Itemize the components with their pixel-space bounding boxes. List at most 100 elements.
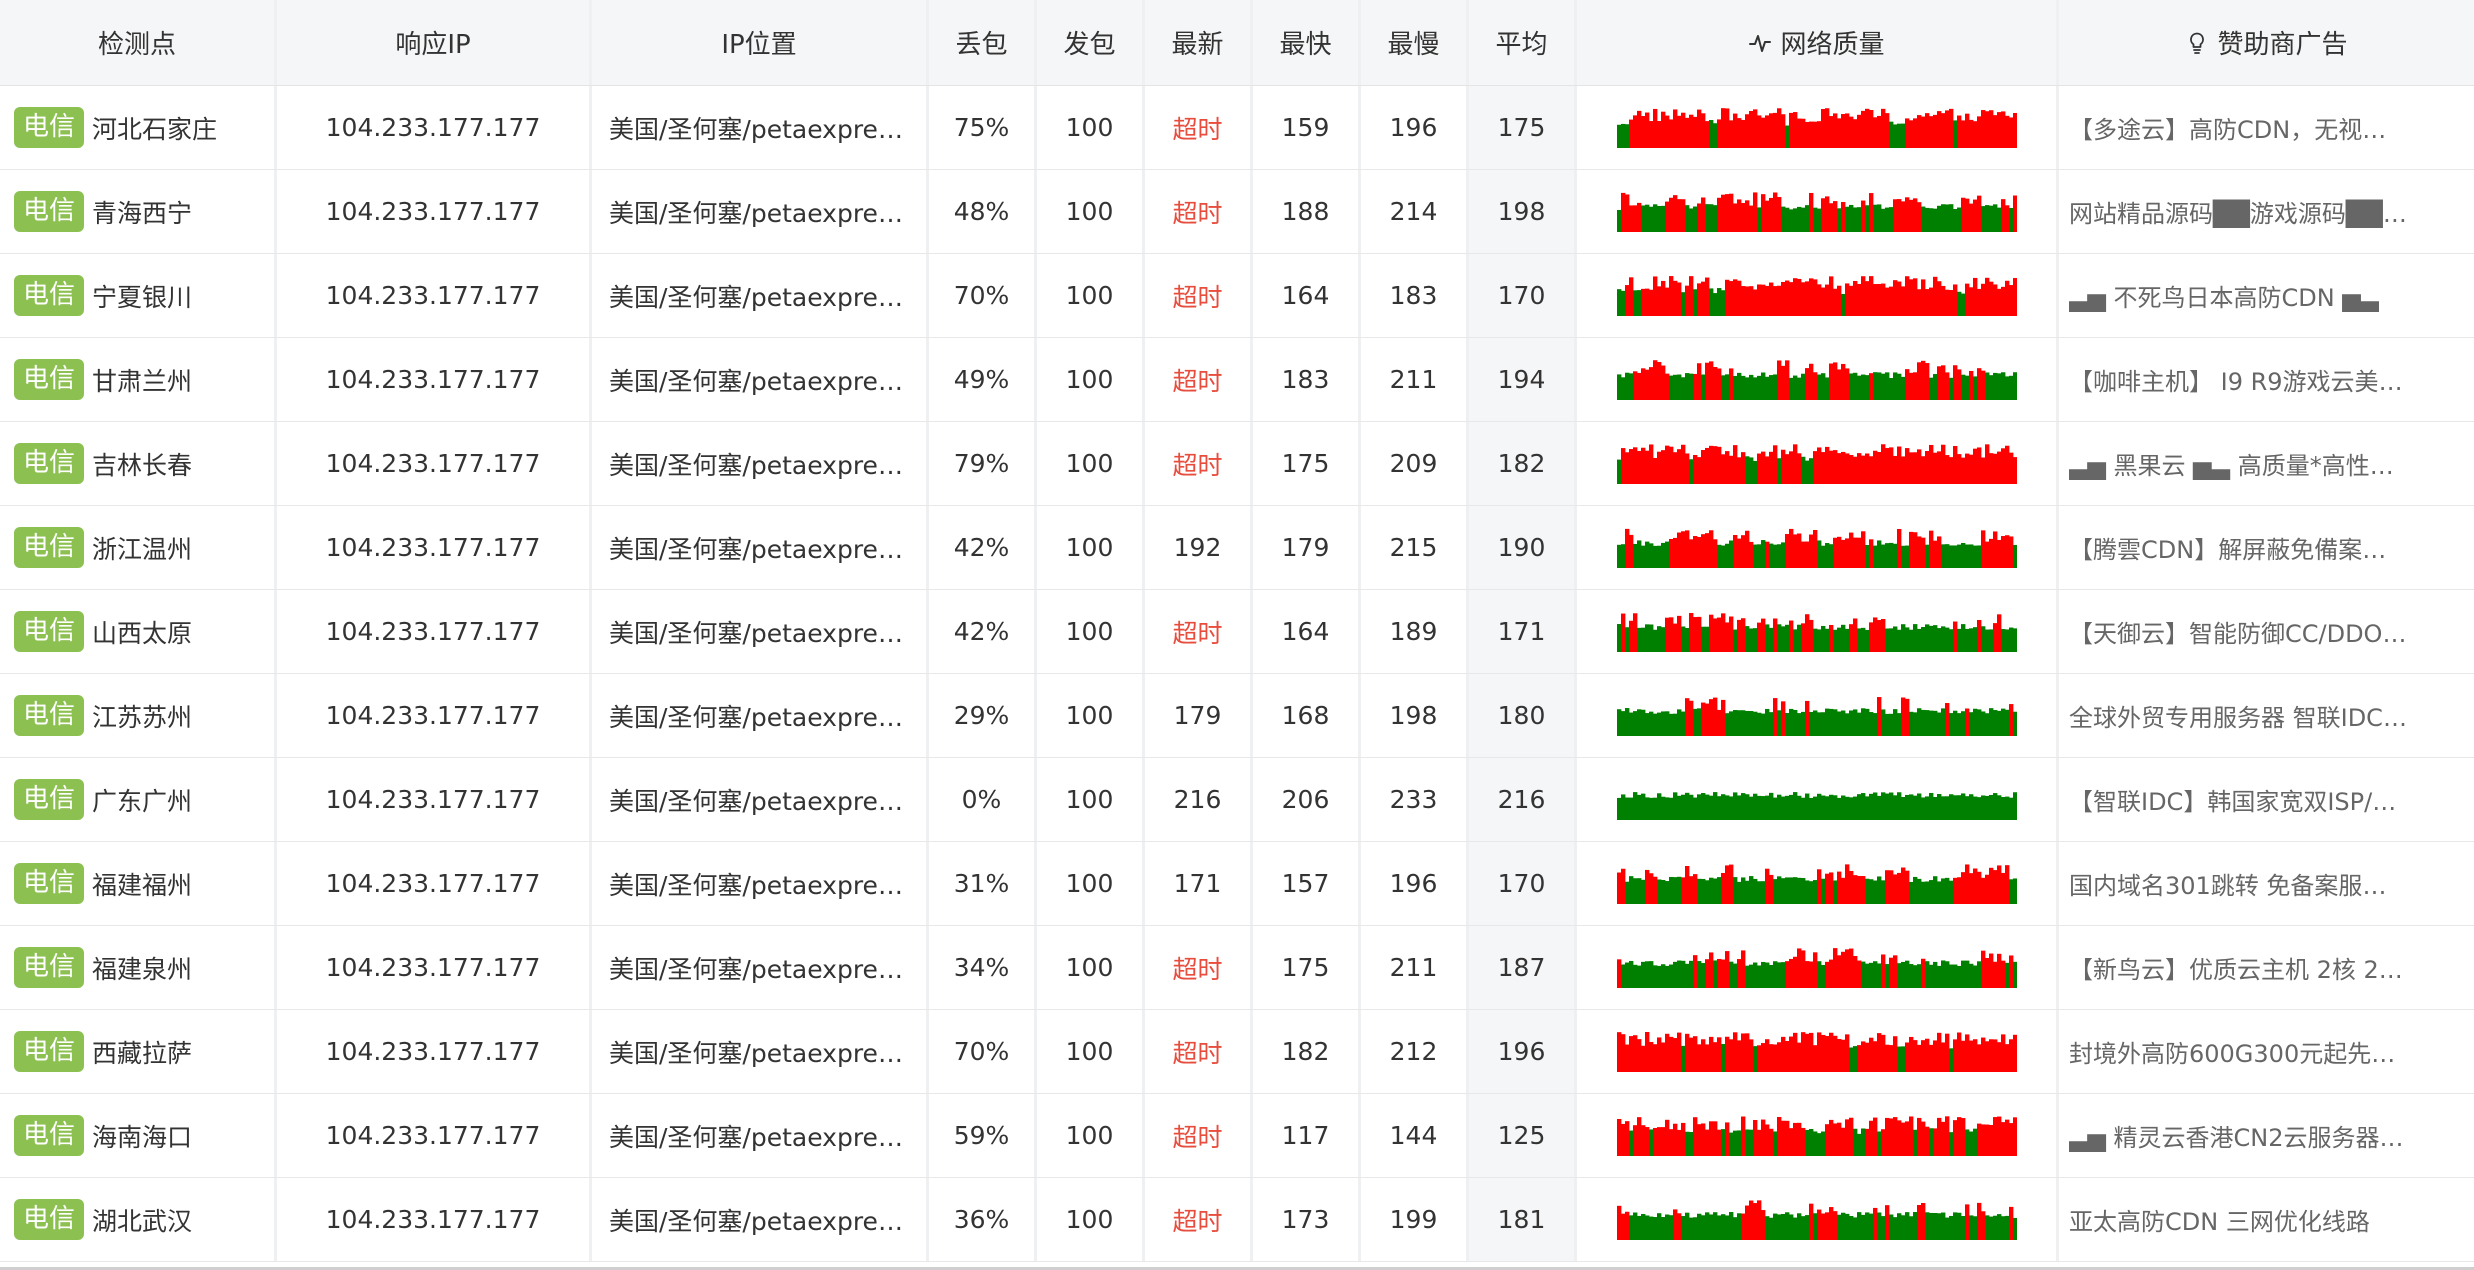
ok-sample	[1992, 203, 1997, 232]
header-slowest[interactable]: 最慢	[1361, 0, 1469, 85]
header-location[interactable]: IP位置	[592, 0, 929, 85]
sponsor-cell[interactable]: 【天御云】智能防御CC/DDOS...	[2059, 590, 2474, 673]
ok-sample	[1960, 1215, 1965, 1240]
sponsor-cell[interactable]: 【咖啡主机】 I9 R9游戏云美国...	[2059, 338, 2474, 421]
loss-sample	[1688, 700, 1693, 736]
loss-sample	[1932, 114, 1937, 148]
loss-sample	[1712, 1120, 1717, 1156]
sponsor-cell[interactable]: 【腾雲CDN】解屏蔽免備案高...	[2059, 506, 2474, 589]
sponsor-cell[interactable]: 网站精品源码██游戏源码██全...	[2059, 170, 2474, 253]
loss-sample	[1988, 452, 1993, 484]
loss-sample	[1840, 201, 1845, 232]
sponsor-cell[interactable]: 【新鸟云】优质云主机 2核 2G ...	[2059, 926, 2474, 1009]
header-sent[interactable]: 发包	[1037, 0, 1145, 85]
sponsor-ad-link[interactable]: 封境外高防600G300元起先用...	[2069, 1034, 2409, 1069]
loss-sample	[1644, 369, 1649, 400]
sponsor-ad-link[interactable]: 国内域名301跳转 免备案服务器	[2069, 866, 2409, 901]
loss-sample	[1980, 370, 1985, 400]
loss-sample	[1980, 950, 1985, 988]
loss-sample	[1764, 1038, 1769, 1072]
loss-sample	[1860, 875, 1865, 904]
ok-sample	[1792, 375, 1797, 400]
ok-sample	[1704, 626, 1709, 652]
packet-loss: 59%	[929, 1094, 1037, 1177]
ok-sample	[1680, 1045, 1685, 1072]
ok-sample	[1712, 122, 1717, 148]
isp-badge: 电信	[14, 1114, 85, 1157]
ip-location: 美国/圣何塞/petaexpress...	[609, 954, 909, 984]
sponsor-cell[interactable]: 全球外贸专用服务器 智联IDC zl...	[2059, 674, 2474, 757]
sponsor-ad-link[interactable]: 【多途云】高防CDN，无视攻击	[2069, 110, 2409, 145]
loss-sample	[1672, 451, 1677, 484]
ok-sample	[1888, 121, 1893, 148]
sponsor-ad-link[interactable]: 【咖啡主机】 I9 R9游戏云美国...	[2069, 362, 2409, 397]
sponsor-ad-link[interactable]: 网站精品源码██游戏源码██全...	[2069, 194, 2409, 229]
sponsor-ad-link[interactable]: 【天御云】智能防御CC/DDOS...	[2069, 614, 2409, 649]
response-ip: 104.233.177.177	[277, 86, 592, 169]
ok-sample	[1840, 1212, 1845, 1240]
loss-sample	[1916, 288, 1921, 316]
sponsor-ad-link[interactable]: 【新鸟云】优质云主机 2核 2G ...	[2069, 950, 2409, 985]
loss-sample	[1676, 198, 1681, 232]
loss-sample	[1656, 361, 1661, 400]
header-average[interactable]: 平均	[1469, 0, 1577, 85]
slowest-ping: 215	[1361, 506, 1469, 589]
ok-sample	[1856, 375, 1861, 400]
sponsor-ad-link[interactable]: 【腾雲CDN】解屏蔽免備案高...	[2069, 530, 2409, 565]
sponsor-cell[interactable]: ▃▅ 不死鸟日本高防CDN ▅▃	[2059, 254, 2474, 337]
sponsor-cell[interactable]: 亚太高防CDN 三网优化线路	[2059, 1178, 2474, 1261]
sponsor-cell[interactable]: 【多途云】高防CDN，无视攻击	[2059, 86, 2474, 169]
header-loss[interactable]: 丢包	[929, 0, 1037, 85]
ok-sample	[1648, 206, 1653, 232]
sponsor-cell[interactable]: ▃▅ 黑果云 ▅▃ 高质量*高性价...	[2059, 422, 2474, 505]
sponsor-ad-link[interactable]: ▃▅ 黑果云 ▅▃ 高质量*高性价...	[2069, 446, 2409, 481]
latest-ping: 超时	[1145, 86, 1253, 169]
header-site[interactable]: 检测点	[0, 0, 277, 85]
ok-sample	[1784, 1211, 1789, 1240]
loss-sample	[1916, 1044, 1921, 1072]
header-ip[interactable]: 响应IP	[277, 0, 592, 85]
loss-sample	[1892, 873, 1897, 904]
sponsor-ad-link[interactable]: ▃▅ 精灵云香港CN2云服务器7...	[2069, 1118, 2409, 1153]
header-last[interactable]: 最新	[1145, 0, 1253, 85]
sponsor-ad-link[interactable]: 亚太高防CDN 三网优化线路	[2069, 1202, 2370, 1237]
loss-sample	[1960, 457, 1965, 484]
ok-sample	[1972, 796, 1977, 820]
ok-sample	[1900, 376, 1905, 400]
loss-sample	[1704, 362, 1709, 400]
loss-sample	[1872, 450, 1877, 484]
header-fastest[interactable]: 最快	[1253, 0, 1361, 85]
loss-sample	[1912, 371, 1917, 400]
ok-sample	[1616, 124, 1621, 148]
sponsor-cell[interactable]: 封境外高防600G300元起先用...	[2059, 1010, 2474, 1093]
ok-sample	[1880, 1215, 1885, 1240]
ok-sample	[1628, 797, 1633, 820]
ok-sample	[1632, 543, 1637, 568]
ok-sample	[1864, 629, 1869, 652]
sponsor-cell[interactable]: 国内域名301跳转 免备案服务器	[2059, 842, 2474, 925]
loss-sample	[1868, 275, 1873, 316]
loss-sample	[1684, 1033, 1689, 1072]
fastest-ping: 183	[1253, 338, 1361, 421]
isp-badge: 电信	[14, 106, 85, 149]
loss-sample	[1988, 109, 1993, 148]
loss-sample	[1800, 281, 1805, 316]
loss-sample	[1732, 444, 1737, 484]
loss-sample	[1648, 289, 1653, 316]
ok-sample	[1676, 960, 1681, 988]
sponsor-ad-link[interactable]: ▃▅ 不死鸟日本高防CDN ▅▃	[2069, 278, 2379, 313]
response-ip: 104.233.177.177	[277, 338, 592, 421]
sponsor-ad-link[interactable]: 【智联IDC】韩国家宽双ISP/游...	[2069, 782, 2409, 817]
loss-sample	[1988, 953, 1993, 988]
loss-sample	[1836, 368, 1841, 400]
sponsor-cell[interactable]: 【智联IDC】韩国家宽双ISP/游...	[2059, 758, 2474, 841]
ok-sample	[1656, 878, 1661, 904]
sponsor-ad-link[interactable]: 全球外贸专用服务器 智联IDC zl...	[2069, 698, 2409, 733]
ok-sample	[1624, 123, 1629, 148]
ok-sample	[1800, 711, 1805, 736]
sponsor-cell[interactable]: ▃▅ 精灵云香港CN2云服务器7...	[2059, 1094, 2474, 1177]
loss-sample	[1832, 947, 1837, 988]
ok-sample	[1784, 795, 1789, 820]
quality-cell	[1577, 674, 2059, 757]
ok-sample	[1940, 625, 1945, 652]
